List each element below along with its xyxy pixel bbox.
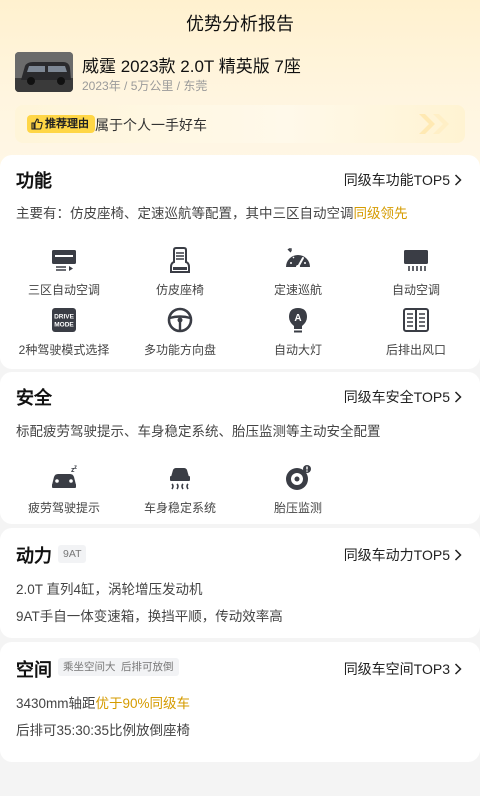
safety-card: 安全 同级车安全TOP5 标配疲劳驾驶提示、车身稳定系统、胎压监测等主动安全配置… <box>0 372 480 524</box>
power-card: 动力 9AT 同级车动力TOP5 2.0T 直列4缸，涡轮增压发动机 9AT手自… <box>0 528 480 638</box>
power-top5-label: 同级车动力TOP5 <box>343 547 450 563</box>
car-meta: 2023年 / 5万公里 / 东莞 <box>82 79 208 93</box>
safety-top5-link[interactable]: 同级车安全TOP5 <box>344 387 462 407</box>
space-line: 后排可35:30:35比例放倒座椅 <box>16 723 191 738</box>
steering-wheel-icon <box>167 307 193 333</box>
function-title: 功能 <box>16 171 52 191</box>
function-desc-text: 主要有：仿皮座椅、定速巡航等配置，其中三区自动空调 <box>16 206 354 221</box>
safety-label: 胎压监测 <box>273 501 322 515</box>
chevron-right-icon <box>454 391 462 403</box>
space-line-highlight: 优于90%同级车 <box>95 696 191 711</box>
space-card: 空间 乘坐空间大 后排可放倒 同级车空间TOP3 3430mm轴距优于90%同级… <box>0 642 480 762</box>
svg-text:MODE: MODE <box>54 322 74 329</box>
feature-label: 三区自动空调 <box>27 283 100 297</box>
feature-item[interactable]: A 自动大灯 <box>248 305 348 358</box>
space-line: 3430mm轴距优于90%同级车 <box>16 692 190 712</box>
function-top5-link[interactable]: 同级车功能TOP5 <box>344 170 462 190</box>
space-top3-link[interactable]: 同级车空间TOP3 <box>344 659 462 679</box>
feature-item[interactable]: 多功能方向盘 <box>130 305 230 358</box>
feature-label: 自动空调 <box>391 283 440 297</box>
function-card: 功能 同级车功能TOP5 主要有：仿皮座椅、定速巡航等配置，其中三区自动空调同级… <box>0 155 480 369</box>
space-tag: 乘坐空间大 <box>58 658 121 676</box>
car-thumbnail[interactable] <box>15 52 73 92</box>
function-desc-highlight: 同级领先 <box>353 206 408 221</box>
space-tag: 后排可放倒 <box>116 658 179 676</box>
safety-item[interactable]: 胎压监测 <box>248 463 348 516</box>
tire-pressure-icon <box>286 465 311 490</box>
feature-item[interactable]: 后排出风口 <box>366 305 466 358</box>
feature-item[interactable]: 自动空调 <box>366 245 466 298</box>
safety-item[interactable]: 车身稳定系统 <box>130 463 230 516</box>
thumbs-up-icon <box>31 118 43 130</box>
safety-item[interactable]: z z 疲劳驾驶提示 <box>14 463 114 516</box>
space-top3-label: 同级车空间TOP3 <box>343 661 450 677</box>
safety-title: 安全 <box>16 388 52 408</box>
fatigue-alert-icon: z z <box>52 465 77 488</box>
feature-label: 仿皮座椅 <box>155 283 204 297</box>
ac-vent-icon <box>404 250 428 271</box>
safety-desc: 标配疲劳驾驶提示、车身稳定系统、胎压监测等主动安全配置 <box>16 424 381 439</box>
recommend-reason-text: 属于个人一手好车 <box>95 117 207 133</box>
double-chevron-icon <box>419 114 449 134</box>
feature-item[interactable]: 仿皮座椅 <box>130 245 230 298</box>
car-name: 威霆 2023款 2.0T 精英版 7座 <box>82 57 301 76</box>
svg-text:z: z <box>74 465 77 471</box>
climate-zone-icon <box>52 250 76 271</box>
feature-item[interactable]: 三区自动空调 <box>14 245 114 298</box>
seat-icon <box>170 247 190 273</box>
safety-label: 疲劳驾驶提示 <box>27 501 100 515</box>
recommend-tag: 推荐理由 <box>27 115 95 133</box>
chevron-right-icon <box>454 174 462 186</box>
space-title: 空间 <box>16 660 52 680</box>
feature-label: 后排出风口 <box>385 343 446 357</box>
function-top5-label: 同级车功能TOP5 <box>343 172 450 188</box>
feature-item[interactable]: DRIVE MODE 2种驾驶模式选择 <box>14 305 114 358</box>
feature-item[interactable]: 定速巡航 <box>248 245 348 298</box>
auto-headlight-icon: A <box>289 308 307 333</box>
safety-top5-label: 同级车安全TOP5 <box>343 389 450 405</box>
drive-mode-icon: DRIVE MODE <box>52 308 76 332</box>
power-line: 2.0T 直列4缸，涡轮增压发动机 <box>16 582 203 597</box>
chevron-right-icon <box>454 549 462 561</box>
power-tag: 9AT <box>58 545 87 563</box>
space-line-text: 3430mm轴距 <box>16 696 96 711</box>
feature-label: 多功能方向盘 <box>143 343 216 357</box>
rear-vent-icon <box>403 308 429 332</box>
chevron-right-icon <box>454 663 462 675</box>
feature-label: 定速巡航 <box>273 283 322 297</box>
stability-control-icon <box>170 468 190 490</box>
power-line: 9AT手自一体变速箱，换挡平顺，传动效率高 <box>16 609 283 624</box>
power-top5-link[interactable]: 同级车动力TOP5 <box>344 545 462 565</box>
recommend-reason-bar: 推荐理由 属于个人一手好车 <box>15 105 465 143</box>
function-desc: 主要有：仿皮座椅、定速巡航等配置，其中三区自动空调同级领先 <box>16 202 408 222</box>
power-title: 动力 <box>16 546 52 566</box>
feature-label: 自动大灯 <box>273 343 322 357</box>
speedometer-icon <box>286 248 310 269</box>
svg-text:A: A <box>294 313 301 324</box>
page-title: 优势分析报告 <box>186 14 294 34</box>
svg-text:DRIVE: DRIVE <box>54 314 75 321</box>
recommend-tag-label: 推荐理由 <box>45 118 89 130</box>
feature-label: 2种驾驶模式选择 <box>18 343 110 357</box>
safety-label: 车身稳定系统 <box>143 501 216 515</box>
